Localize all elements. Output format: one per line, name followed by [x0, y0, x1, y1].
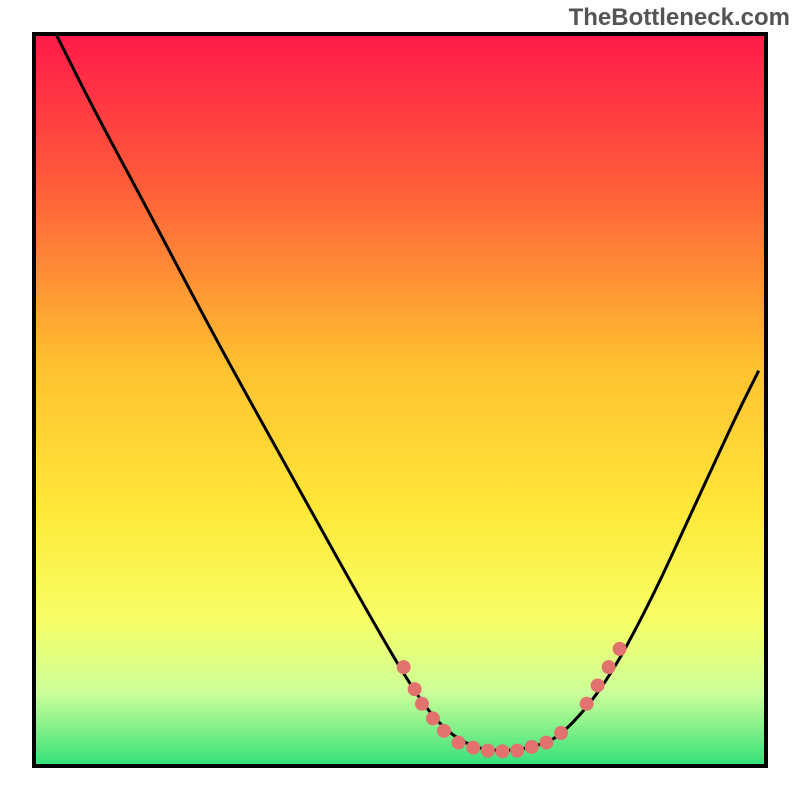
curve-marker — [602, 660, 616, 674]
chart-container: TheBottleneck.com — [0, 0, 800, 800]
curve-marker — [554, 726, 568, 740]
curve-marker — [591, 678, 605, 692]
curve-marker — [437, 724, 451, 738]
curve-marker — [613, 642, 627, 656]
curve-marker — [397, 660, 411, 674]
watermark-text: TheBottleneck.com — [569, 4, 790, 32]
curve-marker — [495, 744, 509, 758]
curve-marker — [525, 740, 539, 754]
curve-marker — [481, 744, 495, 758]
plot-background — [34, 34, 766, 766]
curve-marker — [539, 736, 553, 750]
curve-marker — [510, 744, 524, 758]
curve-marker — [580, 697, 594, 711]
curve-marker — [452, 736, 466, 750]
bottleneck-chart — [0, 0, 800, 800]
curve-marker — [408, 682, 422, 696]
curve-marker — [415, 697, 429, 711]
curve-marker — [426, 711, 440, 725]
curve-marker — [466, 741, 480, 755]
